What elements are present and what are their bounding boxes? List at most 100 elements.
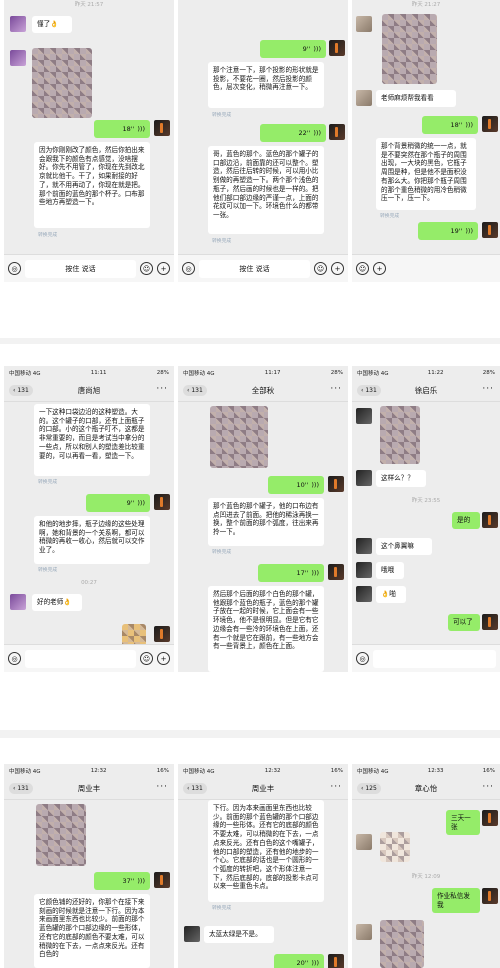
chat-panel-9: 中国移动 4G 12:33 16% ‹ 125 章心怡 ··· 三天一张 昨天 12… bbox=[352, 764, 500, 968]
pixelated-image[interactable] bbox=[210, 406, 268, 468]
voice-wave-icon: ))) bbox=[137, 499, 145, 507]
voice-message[interactable]: 10''))) bbox=[268, 476, 324, 494]
more-icon[interactable]: ··· bbox=[330, 782, 342, 792]
avatar[interactable] bbox=[184, 926, 200, 942]
chat-header: ‹ 131 周业丰 ··· bbox=[4, 778, 174, 800]
avatar[interactable] bbox=[10, 594, 26, 610]
avatar[interactable] bbox=[154, 872, 170, 888]
avatar[interactable] bbox=[154, 494, 170, 510]
pixelated-image[interactable] bbox=[36, 804, 86, 866]
voice-icon[interactable]: ◎ bbox=[8, 652, 21, 665]
more-icon[interactable]: ··· bbox=[482, 782, 494, 792]
avatar[interactable] bbox=[356, 924, 372, 940]
message-input[interactable] bbox=[373, 649, 496, 668]
voice-duration: 17'' bbox=[296, 569, 309, 577]
transcript-bubble: 哥，蓝色的那个。蓝色的那个罐子的口部边沿，前面靠的还可以整个。塑造，然后往后转的… bbox=[208, 146, 324, 234]
sticker-image[interactable] bbox=[122, 624, 146, 646]
carrier: 中国移动 4G bbox=[9, 769, 41, 775]
pixelated-image[interactable] bbox=[32, 48, 92, 118]
avatar[interactable] bbox=[356, 834, 372, 850]
voice-wave-icon: ))) bbox=[137, 877, 145, 885]
hold-to-talk-button[interactable]: 按住 说话 bbox=[25, 259, 136, 278]
avatar[interactable] bbox=[329, 124, 345, 140]
unread-count: 131 bbox=[17, 387, 29, 394]
avatar[interactable] bbox=[328, 564, 344, 580]
back-button[interactable]: ‹ 131 bbox=[183, 783, 207, 794]
pixelated-image[interactable] bbox=[382, 14, 437, 84]
avatar[interactable] bbox=[482, 888, 498, 904]
pixelated-image[interactable] bbox=[380, 920, 424, 968]
voice-duration: 20'' bbox=[296, 959, 309, 967]
back-button[interactable]: ‹ 125 bbox=[357, 783, 381, 794]
voice-message[interactable]: 17''))) bbox=[258, 564, 324, 582]
plus-icon[interactable]: + bbox=[157, 652, 170, 665]
voice-duration: 9'' bbox=[126, 499, 135, 507]
keyboard-icon[interactable]: ◎ bbox=[182, 262, 195, 275]
back-button[interactable]: ‹ 131 bbox=[9, 385, 33, 396]
avatar[interactable] bbox=[154, 626, 170, 642]
plus-icon[interactable]: + bbox=[373, 262, 386, 275]
avatar[interactable] bbox=[328, 954, 344, 968]
more-icon[interactable]: ··· bbox=[482, 384, 494, 394]
avatar[interactable] bbox=[482, 222, 498, 238]
more-icon[interactable]: ··· bbox=[156, 384, 168, 394]
back-button[interactable]: ‹ 131 bbox=[357, 385, 381, 396]
avatar[interactable] bbox=[329, 40, 345, 56]
chat-panel-1: 昨天 21:57 懂了👌 18''))) 因为你刚刚改了颜色，然后你拍出来会跟我… bbox=[4, 0, 174, 282]
row-3: 中国移动 4G 12:32 16% ‹ 131 周业丰 ··· 37''))) 它颜… bbox=[0, 738, 500, 968]
voice-duration: 9'' bbox=[302, 45, 311, 53]
avatar[interactable] bbox=[482, 614, 498, 630]
more-icon[interactable]: ··· bbox=[330, 384, 342, 394]
avatar[interactable] bbox=[328, 476, 344, 492]
voice-message[interactable]: 9''))) bbox=[86, 494, 150, 512]
input-bar: ◎ 按住 说话 ☺ + bbox=[178, 254, 348, 282]
voice-message[interactable]: 19''))) bbox=[418, 222, 478, 240]
timestamp: 昨天 12:09 bbox=[411, 874, 441, 880]
chat-header: ‹ 131 徐启乐 ··· bbox=[352, 380, 500, 402]
avatar[interactable] bbox=[356, 538, 372, 554]
avatar[interactable] bbox=[356, 470, 372, 486]
transcribe-status: 转换完成 bbox=[38, 568, 58, 573]
voice-message[interactable]: 20''))) bbox=[274, 954, 324, 968]
keyboard-icon[interactable]: ◎ bbox=[8, 262, 21, 275]
emoji-icon[interactable]: ☺ bbox=[140, 262, 153, 275]
avatar[interactable] bbox=[10, 50, 26, 66]
avatar[interactable] bbox=[482, 116, 498, 132]
carrier: 中国移动 4G bbox=[183, 371, 215, 377]
voice-message[interactable]: 37''))) bbox=[94, 872, 150, 890]
voice-icon[interactable]: ◎ bbox=[356, 652, 369, 665]
avatar[interactable] bbox=[356, 90, 372, 106]
back-arrow-icon: ‹ bbox=[361, 387, 364, 394]
transcribe-status: 转换完成 bbox=[212, 113, 232, 118]
avatar[interactable] bbox=[482, 512, 498, 528]
emoji-icon[interactable]: ☺ bbox=[356, 262, 369, 275]
back-arrow-icon: ‹ bbox=[13, 785, 16, 792]
message-input[interactable] bbox=[25, 649, 136, 668]
voice-message[interactable]: 18''))) bbox=[422, 116, 478, 134]
back-button[interactable]: ‹ 131 bbox=[183, 385, 207, 396]
emoji-icon[interactable]: ☺ bbox=[140, 652, 153, 665]
voice-message[interactable]: 18''))) bbox=[94, 120, 150, 138]
timestamp: 00:27 bbox=[81, 580, 97, 586]
avatar[interactable] bbox=[356, 408, 372, 424]
back-button[interactable]: ‹ 131 bbox=[9, 783, 33, 794]
avatar[interactable] bbox=[356, 16, 372, 32]
transcribe-status: 转换完成 bbox=[212, 239, 232, 244]
voice-wave-icon: ))) bbox=[311, 481, 319, 489]
pixelated-image[interactable] bbox=[380, 406, 420, 464]
message-bubble: 哦哦 bbox=[376, 562, 404, 579]
plus-icon[interactable]: + bbox=[157, 262, 170, 275]
avatar[interactable] bbox=[356, 562, 372, 578]
avatar[interactable] bbox=[482, 810, 498, 826]
avatar[interactable] bbox=[154, 120, 170, 136]
emoji-icon[interactable]: ☺ bbox=[314, 262, 327, 275]
avatar[interactable] bbox=[10, 16, 26, 32]
sticker-image[interactable] bbox=[380, 832, 410, 862]
avatar[interactable] bbox=[356, 586, 372, 602]
clock: 12:33 bbox=[427, 768, 444, 774]
plus-icon[interactable]: + bbox=[331, 262, 344, 275]
voice-message[interactable]: 9''))) bbox=[260, 40, 326, 58]
hold-to-talk-button[interactable]: 按住 说话 bbox=[199, 259, 310, 278]
voice-message[interactable]: 22''))) bbox=[260, 124, 326, 142]
more-icon[interactable]: ··· bbox=[156, 782, 168, 792]
